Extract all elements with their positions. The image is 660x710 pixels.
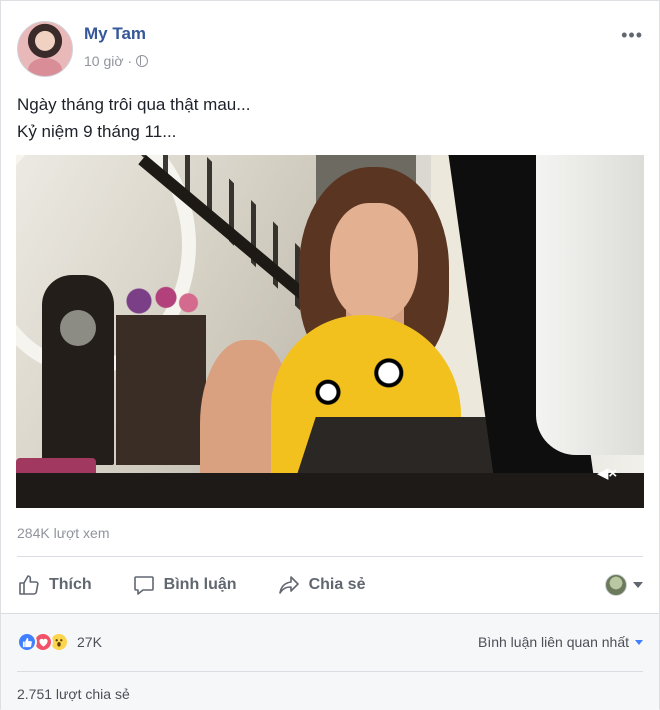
comment-icon <box>133 576 154 595</box>
post-as-selector[interactable] <box>605 574 643 596</box>
comment-label: Bình luận <box>163 576 237 593</box>
reactions-summary[interactable]: 27K <box>17 632 102 652</box>
page-avatar <box>605 574 627 596</box>
chevron-down-icon <box>633 582 643 588</box>
post-header: My Tam 10 giờ · ••• <box>17 17 643 77</box>
comment-button[interactable]: Bình luận <box>132 573 237 597</box>
share-label: Chia sẻ <box>308 576 366 593</box>
post-card: My Tam 10 giờ · ••• Ngày tháng trôi qua … <box>0 0 660 710</box>
video-scene-flowers <box>112 283 202 319</box>
like-button[interactable]: Thích <box>17 573 92 597</box>
video-scene-keyboard <box>296 417 516 477</box>
chevron-down-icon <box>635 639 643 645</box>
divider <box>17 671 643 672</box>
more-options-button[interactable]: ••• <box>621 25 643 46</box>
share-button[interactable]: Chia sẻ <box>277 573 366 597</box>
video-scene-cabinet <box>116 315 206 465</box>
like-icon <box>17 632 37 652</box>
share-count[interactable]: 2.751 lượt chia sẻ <box>17 686 130 702</box>
action-bar: Thích Bình luận Chia sẻ <box>17 567 643 603</box>
video-scene-desk <box>16 473 644 508</box>
mute-icon[interactable]: ◀× <box>592 462 622 484</box>
video-player[interactable]: ◀× <box>16 155 644 508</box>
like-label: Thích <box>49 576 92 593</box>
share-arrow-icon <box>278 576 299 594</box>
divider <box>17 556 643 557</box>
post-time[interactable]: 10 giờ <box>84 53 124 69</box>
post-meta: 10 giờ · <box>84 53 149 69</box>
meta-separator: · <box>127 53 133 69</box>
video-scene-shirt <box>536 155 644 455</box>
post-text-line: Ngày tháng trôi qua thật mau... <box>17 95 251 114</box>
reaction-count: 27K <box>77 634 102 650</box>
video-scene-face <box>330 203 418 321</box>
thumbs-up-icon <box>19 575 39 595</box>
author-avatar[interactable] <box>17 21 73 77</box>
comment-sort-label: Bình luận liên quan nhất <box>477 634 629 650</box>
video-scene-clock <box>42 275 114 465</box>
feedback-section: 27K Bình luận liên quan nhất 2.751 lượt … <box>1 613 659 710</box>
post-text-line: Kỷ niệm 9 tháng 11... <box>17 122 177 141</box>
author-name[interactable]: My Tam <box>84 24 146 44</box>
post-text: Ngày tháng trôi qua thật mau... Kỷ niệm … <box>17 91 250 145</box>
view-count[interactable]: 284K lượt xem <box>17 525 109 541</box>
globe-icon[interactable] <box>136 55 149 67</box>
comment-sort-dropdown[interactable]: Bình luận liên quan nhất <box>478 634 643 650</box>
